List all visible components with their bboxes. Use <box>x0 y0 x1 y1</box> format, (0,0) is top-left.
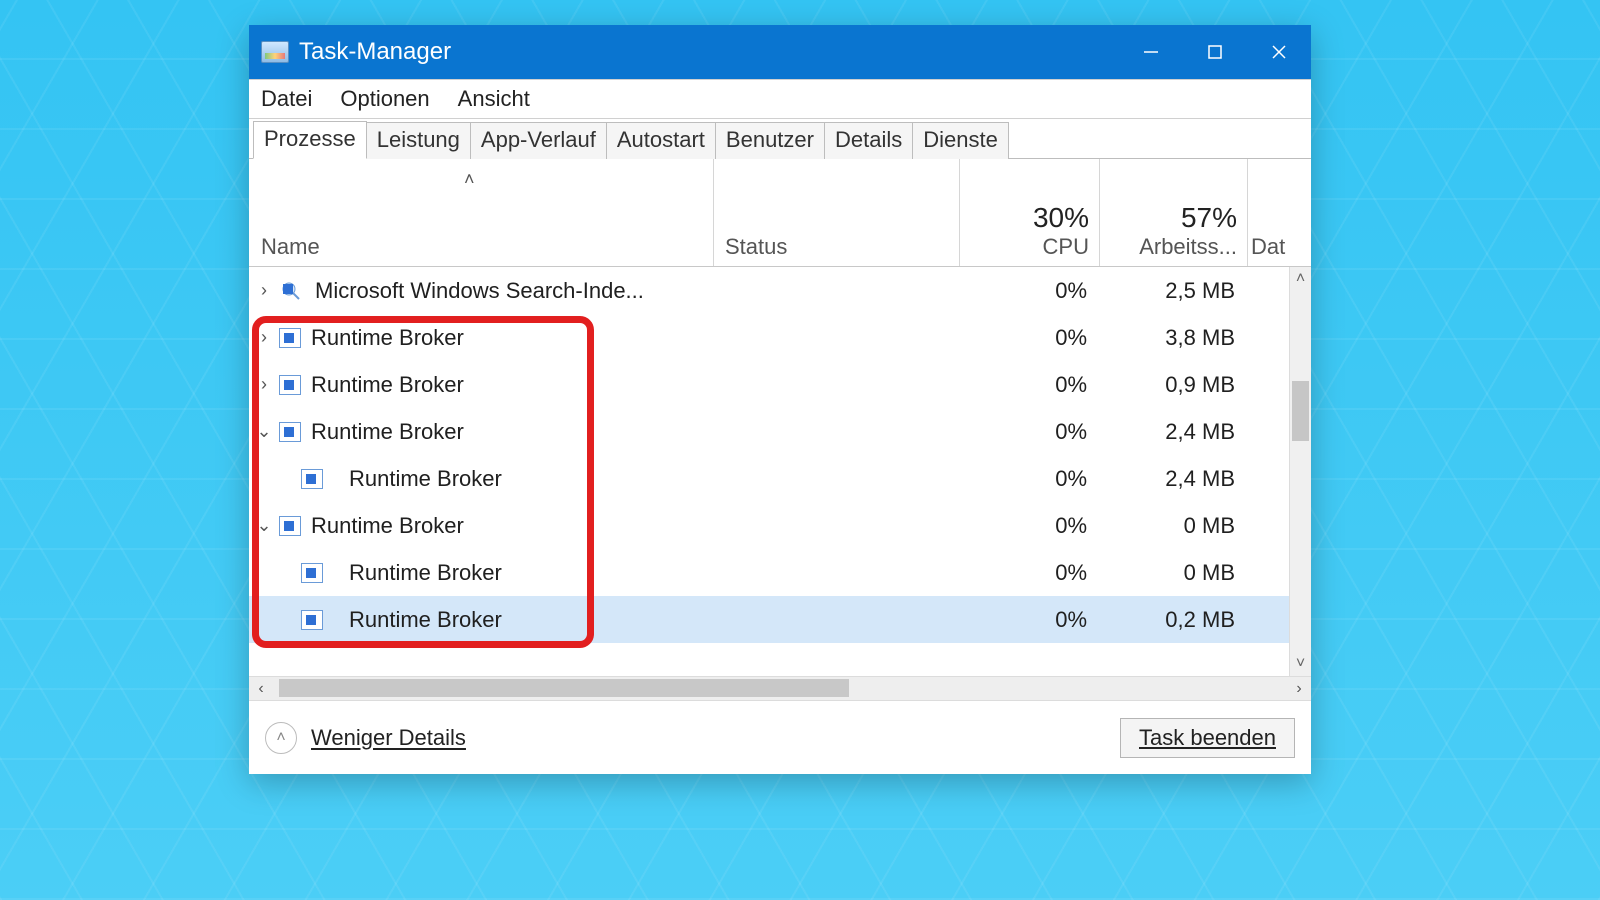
column-name[interactable]: Name <box>249 234 713 260</box>
sort-caret-icon: ˄ <box>464 169 475 190</box>
column-memory[interactable]: Arbeitss... <box>1099 234 1247 260</box>
tab-leistung[interactable]: Leistung <box>366 122 471 159</box>
process-row[interactable]: ⌄ Runtime Broker 0%0 MB <box>249 502 1289 549</box>
process-list: ›Microsoft Windows Search-Inde...0%2,5 M… <box>249 267 1311 676</box>
process-icon <box>301 469 323 489</box>
titlebar[interactable]: Task-Manager <box>249 25 1311 79</box>
memory-value: 2,5 MB <box>1099 278 1247 304</box>
expander-icon[interactable]: › <box>249 374 279 395</box>
footer: ˄ Weniger Details Task beenden <box>249 700 1311 774</box>
menu-item[interactable]: Ansicht <box>458 86 530 112</box>
memory-value: 2,4 MB <box>1099 419 1247 445</box>
memory-value: 0 MB <box>1099 560 1247 586</box>
expander-icon[interactable]: ⌄ <box>249 421 279 442</box>
memory-value: 0 MB <box>1099 513 1247 539</box>
cpu-value: 0% <box>959 419 1099 445</box>
process-icon <box>279 516 301 536</box>
process-row[interactable]: ⌄ Runtime Broker 0%2,4 MB <box>249 408 1289 455</box>
fewer-details-link[interactable]: Weniger Details <box>311 725 466 751</box>
tab-benutzer[interactable]: Benutzer <box>715 122 825 159</box>
tab-app-verlauf[interactable]: App-Verlauf <box>470 122 607 159</box>
column-cpu[interactable]: CPU <box>959 234 1099 260</box>
scroll-thumb[interactable] <box>1292 381 1309 441</box>
expander-icon[interactable]: › <box>249 280 279 301</box>
memory-value: 0,9 MB <box>1099 372 1247 398</box>
vertical-scrollbar[interactable]: ˄ ˅ <box>1289 267 1311 676</box>
scroll-left-icon[interactable]: ‹ <box>249 680 273 698</box>
process-name: Runtime Broker <box>311 372 691 398</box>
expander-icon[interactable]: › <box>249 327 279 348</box>
process-name: Runtime Broker <box>349 560 713 586</box>
collapse-icon[interactable]: ˄ <box>265 722 297 754</box>
process-icon <box>301 610 323 630</box>
window-title: Task-Manager <box>299 38 451 66</box>
tab-details[interactable]: Details <box>824 122 913 159</box>
scroll-right-icon[interactable]: › <box>1287 680 1311 698</box>
column-headers: ˄ Name Status 30% CPU 57% Arbeitss... Da… <box>249 159 1311 267</box>
task-manager-window: Task-Manager Datei Optionen Ansicht Proz… <box>249 25 1311 774</box>
memory-value: 0,2 MB <box>1099 607 1247 633</box>
end-task-button[interactable]: Task beenden <box>1120 718 1295 758</box>
scroll-down-icon[interactable]: ˅ <box>1290 652 1311 676</box>
search-index-icon <box>279 280 305 302</box>
process-icon <box>301 563 323 583</box>
cpu-value: 0% <box>959 278 1099 304</box>
process-name: Runtime Broker <box>349 607 713 633</box>
process-name: Runtime Broker <box>311 325 691 351</box>
memory-value: 3,8 MB <box>1099 325 1247 351</box>
horizontal-scrollbar[interactable]: ‹ › <box>249 676 1311 700</box>
scroll-up-icon[interactable]: ˄ <box>1290 267 1311 291</box>
menubar: Datei Optionen Ansicht <box>249 79 1311 119</box>
process-name: Runtime Broker <box>349 466 713 492</box>
app-icon <box>261 41 289 63</box>
process-row[interactable]: › Microsoft Windows Search-Inde... 0%2,5 M… <box>249 267 1289 314</box>
process-row[interactable]: Runtime Broker 0%0 MB <box>249 549 1289 596</box>
tab-prozesse[interactable]: Prozesse <box>253 121 367 159</box>
process-row[interactable]: › Runtime Broker 0%3,8 MB <box>249 314 1289 361</box>
maximize-button[interactable] <box>1183 25 1247 79</box>
cpu-value: 0% <box>959 513 1099 539</box>
expander-icon[interactable]: ⌄ <box>249 515 279 536</box>
column-data[interactable]: Dat <box>1247 234 1287 260</box>
scroll-thumb[interactable] <box>279 679 849 697</box>
process-icon <box>279 328 301 348</box>
close-button[interactable] <box>1247 25 1311 79</box>
process-row[interactable]: › Runtime Broker 0%0,9 MB <box>249 361 1289 408</box>
tab-dienste[interactable]: Dienste <box>912 122 1009 159</box>
process-name: Microsoft Windows Search-Inde... <box>315 278 695 304</box>
tabs: ProzesseLeistungApp-VerlaufAutostartBenu… <box>249 119 1311 159</box>
tab-autostart[interactable]: Autostart <box>606 122 716 159</box>
menu-item[interactable]: Optionen <box>340 86 429 112</box>
memory-value: 2,4 MB <box>1099 466 1247 492</box>
column-status[interactable]: Status <box>713 234 959 260</box>
process-icon <box>279 422 301 442</box>
process-name: Runtime Broker <box>311 419 691 445</box>
mem-total: 57% <box>1099 202 1247 234</box>
process-icon <box>279 375 301 395</box>
menu-item[interactable]: Datei <box>261 86 312 112</box>
process-row[interactable]: Runtime Broker 0%2,4 MB <box>249 455 1289 502</box>
cpu-value: 0% <box>959 560 1099 586</box>
cpu-value: 0% <box>959 325 1099 351</box>
cpu-value: 0% <box>959 607 1099 633</box>
process-row[interactable]: Runtime Broker 0%0,2 MB <box>249 596 1289 643</box>
cpu-value: 0% <box>959 466 1099 492</box>
cpu-total: 30% <box>959 202 1099 234</box>
minimize-button[interactable] <box>1119 25 1183 79</box>
process-name: Runtime Broker <box>311 513 691 539</box>
cpu-value: 0% <box>959 372 1099 398</box>
